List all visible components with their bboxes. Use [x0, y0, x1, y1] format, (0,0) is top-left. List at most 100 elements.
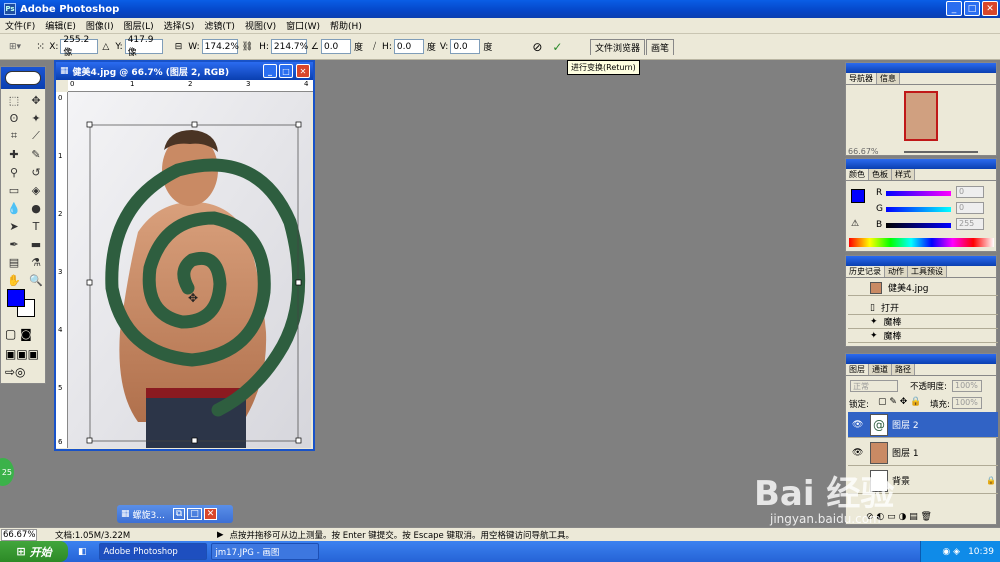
r-input[interactable]: 0	[956, 186, 984, 198]
stamp-tool-icon[interactable]: ⚲	[4, 164, 24, 180]
taskbar-item-paint[interactable]: jm17.JPG - 画图	[210, 543, 319, 560]
horizontal-ruler[interactable]: 0 1 2 3 4	[68, 80, 313, 92]
tab-info[interactable]: 信息	[877, 73, 900, 84]
tab-color[interactable]: 颜色	[846, 169, 869, 180]
tab-paths[interactable]: 路径	[892, 364, 915, 375]
history-item[interactable]: ▯ 打开	[848, 301, 998, 315]
slice-tool-icon[interactable]: ⟋	[26, 128, 46, 144]
zoom-tool-icon[interactable]: 🔍	[26, 272, 46, 288]
menu-view[interactable]: 视图(V)	[240, 19, 281, 32]
quicklaunch-icon[interactable]: ◧	[78, 547, 87, 557]
menu-file[interactable]: 文件(F)	[0, 19, 40, 32]
menu-window[interactable]: 窗口(W)	[281, 19, 325, 32]
crop-tool-icon[interactable]: ⌗	[4, 128, 24, 144]
tab-file-browser[interactable]: 文件浏览器	[590, 39, 646, 55]
x-input[interactable]: 255.2 像	[60, 35, 99, 58]
tab-actions[interactable]: 动作	[885, 266, 908, 277]
lock-icons[interactable]: ▢ ✎ ✥ 🔒	[878, 397, 921, 407]
tab-navigator[interactable]: 导航器	[846, 73, 877, 84]
chain-icon[interactable]: ⛓	[242, 42, 253, 52]
foreground-color-swatch[interactable]	[7, 289, 25, 307]
eye-logo-icon[interactable]	[5, 71, 41, 85]
tray-icons[interactable]: ◉ ◈	[942, 547, 960, 557]
tab-tool-presets[interactable]: 工具预设	[908, 266, 947, 277]
tab-brushes[interactable]: 画笔	[646, 39, 675, 55]
color-spectrum-bar[interactable]	[849, 238, 994, 247]
y-input[interactable]: 417.9 像	[124, 35, 163, 58]
tab-history[interactable]: 历史记录	[846, 266, 885, 277]
image-canvas[interactable]: ✥	[68, 92, 311, 448]
link-icon[interactable]: ⊟	[175, 42, 183, 52]
visibility-eye-icon[interactable]: 👁	[852, 420, 863, 430]
layer-name[interactable]: 背景	[892, 474, 910, 487]
doc-close-button[interactable]: ✕	[296, 64, 310, 78]
layer-name[interactable]: 图层 1	[892, 446, 919, 459]
doc-maximize-button[interactable]: □	[279, 64, 293, 78]
healing-brush-icon[interactable]: ✚	[4, 146, 24, 162]
visibility-eye-icon[interactable]: 👁	[852, 448, 863, 458]
eraser-tool-icon[interactable]: ▭	[4, 182, 24, 198]
tab-channels[interactable]: 通道	[869, 364, 892, 375]
commit-transform-icon[interactable]: ✓	[552, 40, 562, 54]
r-slider[interactable]	[886, 191, 951, 196]
navigator-zoom[interactable]: 66.67%	[848, 147, 879, 156]
layer-row-2[interactable]: 👁 @ 图层 2	[848, 412, 998, 438]
angle-input[interactable]: 0.0	[320, 39, 351, 54]
g-input[interactable]: 0	[956, 202, 984, 214]
navigator-zoom-slider[interactable]	[904, 151, 978, 153]
menu-layer[interactable]: 图层(L)	[119, 19, 159, 32]
notes-tool-icon[interactable]: ▤	[4, 254, 24, 270]
start-button[interactable]: ⊞ 开始	[0, 541, 68, 562]
g-slider[interactable]	[886, 207, 951, 212]
quick-mask-icon[interactable]: ▢ ◙	[5, 327, 32, 341]
pen-tool-icon[interactable]: ✒	[4, 236, 24, 252]
status-doc-size[interactable]: 文档:1.05M/3.22M	[55, 529, 205, 541]
vertical-ruler[interactable]: 0 1 2 3 4 5 6	[56, 92, 68, 448]
maximize-button[interactable]: □	[964, 1, 980, 16]
floating-badge[interactable]: 25	[0, 458, 14, 486]
b-input[interactable]: 255	[956, 218, 984, 230]
minimized-document[interactable]: ▦ 螺旋3... ⧉ □ ✕	[117, 505, 233, 523]
path-select-icon[interactable]: ➤	[4, 218, 24, 234]
cancel-transform-icon[interactable]: ⊘	[532, 40, 542, 54]
menu-edit[interactable]: 编辑(E)	[40, 19, 81, 32]
type-tool-icon[interactable]: T	[26, 218, 46, 234]
layer-name[interactable]: 图层 2	[892, 418, 919, 431]
reference-point-icon[interactable]: ⁙	[36, 40, 45, 53]
move-tool-icon[interactable]: ✥	[26, 92, 46, 108]
brush-tool-icon[interactable]: ✎	[26, 146, 46, 162]
shape-tool-icon[interactable]: ▬	[26, 236, 46, 252]
menu-select[interactable]: 选择(S)	[159, 19, 200, 32]
history-snapshot[interactable]: 健美4.jpg	[848, 280, 998, 296]
history-item[interactable]: ✦ 魔棒	[848, 315, 998, 329]
width-input[interactable]: 174.2%	[201, 39, 239, 54]
history-brush-icon[interactable]: ↺	[26, 164, 46, 180]
screen-mode-icon[interactable]: ▣▣▣	[5, 347, 39, 361]
marquee-tool-icon[interactable]: ⬚	[4, 92, 24, 108]
fill-input[interactable]: 100%	[952, 397, 982, 409]
minidoc-close-button[interactable]: ✕	[203, 508, 218, 520]
vskew-input[interactable]: 0.0	[450, 39, 481, 54]
warning-icon[interactable]: ⚠	[851, 219, 859, 229]
magic-wand-tool-icon[interactable]: ✦	[26, 110, 46, 126]
minidoc-restore-button[interactable]: ⧉	[172, 508, 186, 520]
blur-tool-icon[interactable]: 💧	[4, 200, 24, 216]
height-input[interactable]: 214.7%	[270, 39, 308, 54]
history-item[interactable]: ✦ 魔棒	[848, 329, 998, 343]
tab-layers[interactable]: 图层	[846, 364, 869, 375]
status-arrow-icon[interactable]: ▶	[217, 530, 224, 540]
navigator-thumbnail[interactable]	[904, 91, 938, 141]
opacity-input[interactable]: 100%	[952, 380, 982, 392]
doc-minimize-button[interactable]: _	[263, 64, 277, 78]
menu-help[interactable]: 帮助(H)	[325, 19, 367, 32]
minimize-button[interactable]: _	[946, 1, 962, 16]
menu-filter[interactable]: 滤镜(T)	[199, 19, 240, 32]
dodge-tool-icon[interactable]: ●	[26, 200, 46, 216]
minidoc-max-button[interactable]: □	[187, 508, 202, 520]
color-fg-swatch[interactable]	[851, 189, 865, 203]
hskew-input[interactable]: 0.0	[393, 39, 424, 54]
lasso-tool-icon[interactable]: ʘ	[4, 110, 24, 126]
layer-row-1[interactable]: 👁 图层 1	[848, 440, 998, 466]
eyedropper-tool-icon[interactable]: ⚗	[26, 254, 46, 270]
hand-tool-icon[interactable]: ✋	[4, 272, 24, 288]
